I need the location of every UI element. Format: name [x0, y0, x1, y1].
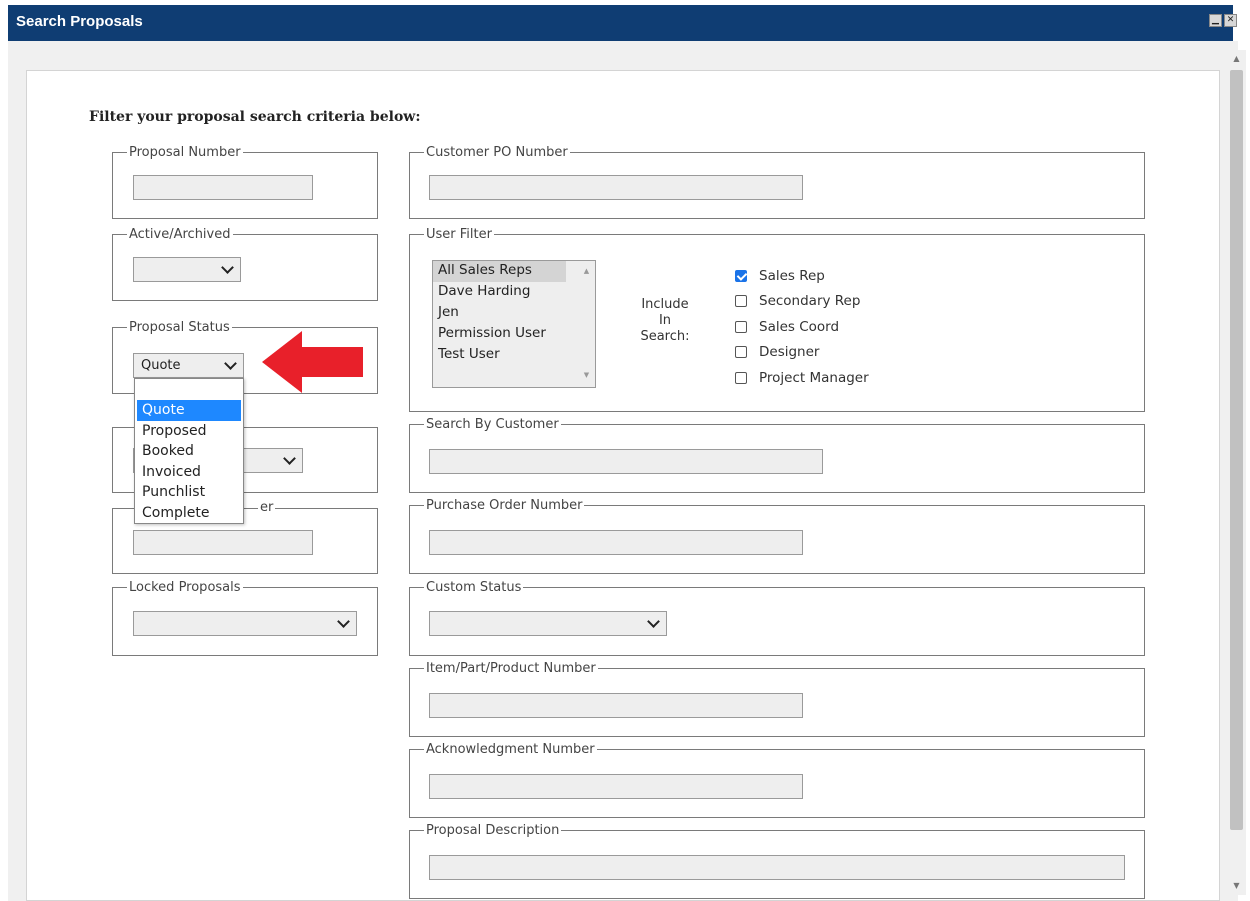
user-option[interactable]: Test User	[433, 345, 595, 366]
scroll-up-icon[interactable]: ▲	[1230, 53, 1243, 65]
user-filter-legend: User Filter	[426, 227, 492, 242]
role-label: Sales Coord	[759, 319, 840, 335]
proposal-description-legend: Proposal Description	[426, 823, 560, 838]
scroll-down-icon[interactable]: ▼	[580, 371, 593, 379]
minimize-button[interactable]: ▁	[1209, 14, 1222, 27]
proposal-status-select[interactable]: Quote	[133, 353, 244, 378]
filter-group-5-legend: er	[258, 500, 276, 515]
dropdown-option[interactable]: Proposed	[137, 421, 241, 442]
chevron-down-icon	[337, 615, 350, 628]
proposal-number-legend: Proposal Number	[129, 145, 241, 160]
dropdown-option[interactable]: Booked	[137, 441, 241, 462]
role-label: Sales Rep	[759, 268, 825, 284]
proposal-description-input[interactable]	[429, 855, 1125, 880]
item-part-number-input[interactable]	[429, 693, 803, 718]
dialog-titlebar: Search Proposals ▁ ✕	[8, 5, 1237, 41]
user-option[interactable]: Dave Harding	[433, 282, 595, 303]
purchase-order-input[interactable]	[429, 530, 803, 555]
search-by-customer-input[interactable]	[429, 449, 823, 474]
active-archived-legend: Active/Archived	[129, 227, 231, 242]
checkbox[interactable]	[735, 321, 747, 333]
locked-proposals-select[interactable]	[133, 611, 357, 636]
include-label-line: In	[658, 313, 672, 328]
proposal-status-legend: Proposal Status	[129, 320, 230, 335]
scroll-down-icon[interactable]: ▼	[1230, 880, 1243, 892]
user-option[interactable]: Jen	[433, 303, 595, 324]
red-arrow-annotation	[262, 331, 363, 393]
include-in-search-label: Include In	[625, 297, 705, 329]
chevron-down-icon	[224, 357, 237, 370]
checkbox[interactable]	[735, 346, 747, 358]
search-by-customer-legend: Search By Customer	[426, 417, 559, 432]
chevron-down-icon	[221, 261, 234, 274]
custom-status-select[interactable]	[429, 611, 667, 636]
checkbox[interactable]	[735, 372, 747, 384]
proposal-status-dropdown[interactable]: Quote Proposed Booked Invoiced Punchlist…	[134, 378, 244, 524]
user-option[interactable]: All Sales Reps	[433, 261, 566, 282]
dropdown-option[interactable]: Complete	[137, 503, 241, 524]
dropdown-option[interactable]: Quote	[137, 400, 241, 421]
customer-po-legend: Customer PO Number	[426, 145, 568, 160]
vertical-scrollbar[interactable]: ▲ ▼	[1226, 50, 1246, 895]
include-label-line: Include	[641, 297, 689, 312]
acknowledgment-number-legend: Acknowledgment Number	[426, 742, 595, 757]
user-option[interactable]: Permission User	[433, 324, 595, 345]
scroll-up-icon[interactable]: ▲	[580, 267, 593, 275]
dropdown-option[interactable]: Punchlist	[137, 482, 241, 503]
dropdown-option[interactable]: Invoiced	[137, 462, 241, 483]
dialog-title: Search Proposals	[16, 13, 143, 30]
filter-group-5-input[interactable]	[133, 530, 313, 555]
role-label: Project Manager	[759, 370, 869, 386]
checkbox-checked[interactable]	[735, 270, 747, 282]
scroll-thumb[interactable]	[1230, 70, 1243, 830]
role-label: Designer	[759, 344, 820, 360]
listbox-scrollbar[interactable]: ▲ ▼	[580, 263, 593, 379]
custom-status-legend: Custom Status	[426, 580, 522, 595]
item-part-number-legend: Item/Part/Product Number	[426, 661, 596, 676]
purchase-order-legend: Purchase Order Number	[426, 498, 583, 513]
checkbox[interactable]	[735, 295, 747, 307]
role-label: Secondary Rep	[759, 293, 861, 309]
acknowledgment-number-input[interactable]	[429, 774, 803, 799]
active-archived-select[interactable]	[133, 257, 241, 282]
customer-po-input[interactable]	[429, 175, 803, 200]
chevron-down-icon	[283, 452, 296, 465]
proposal-status-value: Quote	[141, 358, 181, 373]
chevron-down-icon	[647, 615, 660, 628]
proposal-number-input[interactable]	[133, 175, 313, 200]
user-listbox[interactable]: All Sales Reps Dave Harding Jen Permissi…	[432, 260, 596, 388]
locked-proposals-legend: Locked Proposals	[129, 580, 241, 595]
page-heading: Filter your proposal search criteria bel…	[89, 109, 421, 125]
include-label-search: Search:	[640, 329, 690, 344]
close-button[interactable]: ✕	[1224, 14, 1237, 27]
